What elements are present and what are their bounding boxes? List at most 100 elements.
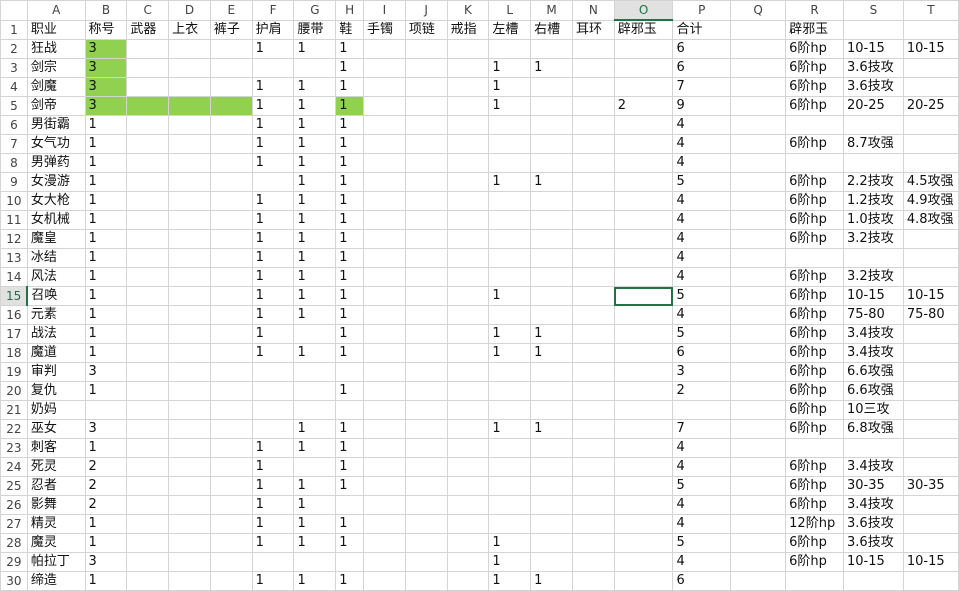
cell[interactable] (902, 343, 959, 363)
cell[interactable] (488, 210, 532, 230)
cell[interactable]: 1 (84, 514, 128, 534)
cell[interactable] (729, 495, 787, 515)
cell[interactable] (168, 39, 211, 59)
cell[interactable]: 6阶hp (785, 400, 845, 420)
cell[interactable] (446, 476, 490, 496)
cell[interactable]: 忍者 (26, 476, 86, 496)
cell[interactable]: 1 (335, 248, 365, 268)
cell[interactable]: 6阶hp (785, 77, 845, 97)
cell[interactable] (209, 229, 253, 249)
cell[interactable] (363, 248, 406, 268)
cell[interactable] (126, 495, 170, 515)
cell[interactable] (293, 362, 337, 382)
column-header-j[interactable]: J (404, 0, 448, 21)
cell[interactable]: 奶妈 (26, 400, 86, 420)
row-header[interactable]: 8 (0, 153, 28, 173)
cell[interactable] (446, 305, 490, 325)
row-header[interactable]: 10 (0, 191, 28, 211)
cell[interactable] (530, 210, 573, 230)
cell[interactable] (363, 419, 406, 439)
cell[interactable] (729, 362, 787, 382)
cell[interactable]: 项链 (404, 19, 448, 40)
cell[interactable]: 1 (293, 305, 337, 325)
cell[interactable] (293, 552, 337, 572)
cell[interactable]: 狂战 (26, 39, 86, 59)
cell[interactable]: 上衣 (168, 19, 211, 40)
cell[interactable] (613, 343, 674, 363)
row-header[interactable]: 11 (0, 210, 28, 230)
cell[interactable] (843, 19, 904, 40)
cell[interactable]: 1 (335, 571, 365, 591)
cell[interactable] (404, 419, 448, 439)
cell[interactable] (613, 305, 674, 325)
cell[interactable] (251, 381, 295, 401)
cell[interactable] (209, 39, 253, 59)
cell[interactable]: 1 (488, 58, 532, 78)
column-header-n[interactable]: N (571, 0, 615, 21)
cell[interactable]: 1 (335, 286, 365, 306)
cell[interactable] (446, 343, 490, 363)
cell[interactable] (168, 153, 211, 173)
active-cell[interactable] (613, 286, 674, 306)
cell[interactable] (168, 552, 211, 572)
cell[interactable] (446, 419, 490, 439)
cell[interactable]: 腰带 (293, 19, 337, 40)
cell[interactable] (488, 229, 532, 249)
cell[interactable]: 1 (530, 571, 573, 591)
cell[interactable] (126, 362, 170, 382)
column-header-d[interactable]: D (168, 0, 211, 21)
cell[interactable] (729, 324, 787, 344)
cell[interactable] (209, 191, 253, 211)
cell[interactable] (251, 58, 295, 78)
cell[interactable] (168, 115, 211, 135)
cell[interactable]: 1.2技攻 (843, 191, 904, 211)
cell[interactable]: 10-15 (902, 286, 959, 306)
row-header[interactable]: 30 (0, 571, 28, 591)
cell[interactable]: 1 (530, 172, 573, 192)
cell[interactable] (488, 476, 532, 496)
cell[interactable]: 1 (251, 533, 295, 553)
cell[interactable]: 6.6攻强 (843, 362, 904, 382)
cell[interactable] (530, 457, 573, 477)
cell[interactable]: 1 (335, 58, 365, 78)
row-header[interactable]: 21 (0, 400, 28, 420)
cell[interactable]: 4 (672, 267, 731, 287)
cell[interactable] (209, 381, 253, 401)
cell[interactable] (488, 267, 532, 287)
cell[interactable] (902, 571, 959, 591)
cell[interactable] (126, 533, 170, 553)
row-header[interactable]: 9 (0, 172, 28, 192)
column-header-p[interactable]: P (672, 0, 731, 21)
cell[interactable] (168, 495, 211, 515)
cell[interactable]: 6阶hp (785, 495, 845, 515)
cell[interactable] (404, 58, 448, 78)
cell[interactable] (126, 381, 170, 401)
cell[interactable]: 2 (613, 96, 674, 116)
cell[interactable] (363, 286, 406, 306)
cell[interactable]: 1 (84, 191, 128, 211)
cell[interactable]: 3.2技攻 (843, 267, 904, 287)
cell[interactable]: 元素 (26, 305, 86, 325)
cell[interactable] (404, 115, 448, 135)
cell[interactable] (530, 153, 573, 173)
cell[interactable] (126, 400, 170, 420)
cell[interactable] (571, 514, 615, 534)
cell[interactable] (209, 210, 253, 230)
cell[interactable]: 10三攻 (843, 400, 904, 420)
row-header[interactable]: 20 (0, 381, 28, 401)
cell[interactable]: 1.0技攻 (843, 210, 904, 230)
cell[interactable] (902, 362, 959, 382)
cell[interactable] (126, 229, 170, 249)
cell[interactable] (335, 362, 365, 382)
cell[interactable] (729, 400, 787, 420)
cell[interactable]: 1 (251, 267, 295, 287)
cell[interactable]: 职业 (26, 19, 86, 40)
cell[interactable] (209, 58, 253, 78)
cell[interactable]: 召唤 (26, 286, 86, 306)
cell[interactable]: 1 (530, 324, 573, 344)
cell[interactable]: 20-25 (843, 96, 904, 116)
cell[interactable] (363, 438, 406, 458)
cell[interactable]: 1 (293, 495, 337, 515)
cell[interactable]: 1 (335, 77, 365, 97)
cell[interactable]: 男弹药 (26, 153, 86, 173)
